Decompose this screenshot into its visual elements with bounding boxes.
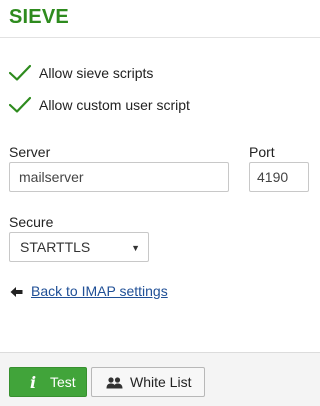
allow-custom-user-script-label: Allow custom user script bbox=[39, 97, 190, 113]
checkmark-icon[interactable] bbox=[8, 96, 32, 114]
chevron-down-icon: ▼ bbox=[131, 243, 140, 253]
white-list-button[interactable]: White List bbox=[91, 367, 205, 397]
info-icon: i bbox=[29, 372, 37, 392]
secure-selected-value: STARTTLS bbox=[20, 239, 91, 255]
allow-sieve-scripts-option[interactable]: Allow sieve scripts bbox=[8, 63, 154, 83]
server-input[interactable] bbox=[9, 162, 229, 192]
checkmark-icon[interactable] bbox=[8, 64, 32, 82]
page-title: SIEVE bbox=[9, 6, 69, 28]
port-label: Port bbox=[249, 144, 275, 160]
users-icon bbox=[106, 376, 123, 389]
allow-sieve-scripts-label: Allow sieve scripts bbox=[39, 65, 154, 81]
secure-select[interactable]: STARTTLS ▼ bbox=[9, 232, 149, 262]
server-label: Server bbox=[9, 144, 51, 160]
back-to-imap-link[interactable]: Back to IMAP settings bbox=[10, 283, 168, 299]
allow-custom-user-script-option[interactable]: Allow custom user script bbox=[8, 95, 190, 115]
arrow-left-icon bbox=[10, 285, 23, 297]
white-list-button-label: White List bbox=[130, 374, 192, 390]
footer-toolbar: i Test White List bbox=[0, 352, 320, 406]
sieve-settings-panel: SIEVE Allow sieve scripts Allow custom u… bbox=[0, 0, 320, 406]
port-input[interactable] bbox=[249, 162, 309, 192]
back-to-imap-label[interactable]: Back to IMAP settings bbox=[31, 283, 168, 299]
test-button[interactable]: i Test bbox=[9, 367, 87, 397]
test-button-label: Test bbox=[50, 374, 76, 390]
secure-label: Secure bbox=[9, 214, 54, 230]
title-divider bbox=[0, 37, 320, 38]
